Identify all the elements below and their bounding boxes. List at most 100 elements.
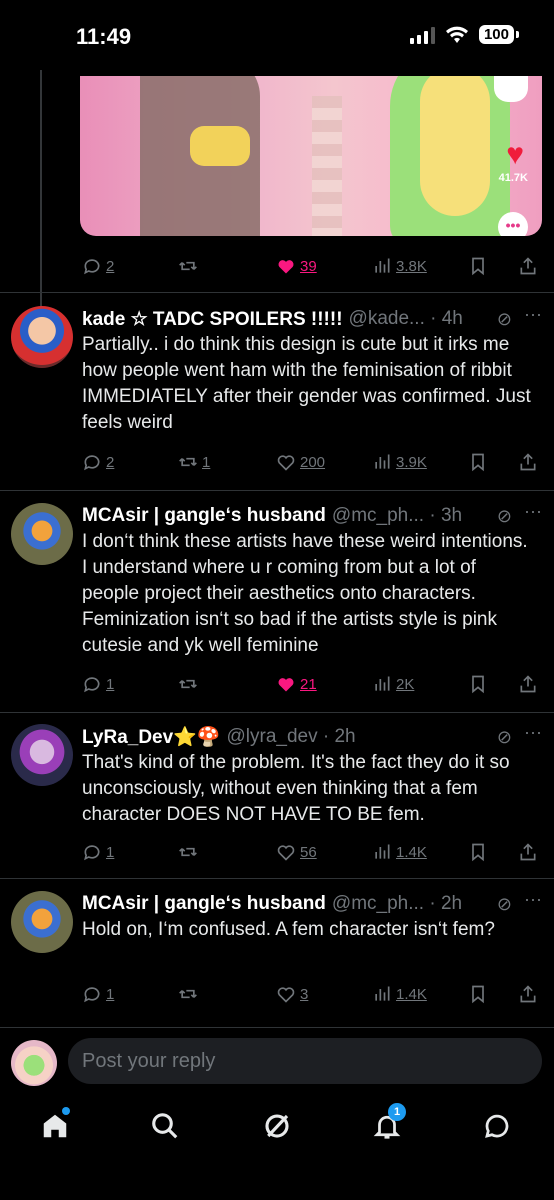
grok-icon[interactable]: ⊘ [497, 727, 512, 748]
avatar[interactable] [11, 891, 73, 953]
thread-line [40, 70, 42, 310]
retweet-icon [178, 984, 198, 1004]
avatar[interactable] [11, 724, 73, 786]
nav-grok[interactable] [262, 1111, 294, 1143]
view-count: 2K [396, 675, 415, 693]
more-icon[interactable]: ··· [524, 304, 542, 325]
share-button[interactable] [518, 450, 538, 474]
reply-input[interactable] [68, 1038, 542, 1084]
more-icon[interactable]: ··· [524, 501, 542, 522]
reply-count: 1 [106, 675, 115, 693]
author-name[interactable]: LyRa_Dev⭐🍄 [82, 725, 221, 749]
views-icon [372, 256, 392, 276]
like-button[interactable]: 56 [276, 840, 317, 864]
views-button[interactable]: 1.4K [372, 982, 427, 1006]
reply-button[interactable]: 1 [82, 840, 114, 864]
like-button[interactable]: 200 [276, 450, 325, 474]
message-icon [485, 1114, 509, 1138]
like-button[interactable]: 21 [276, 672, 317, 696]
share-icon [518, 984, 538, 1004]
bookmark-button[interactable] [468, 254, 488, 278]
author-handle[interactable]: @mc_ph... · 3h [332, 505, 462, 527]
bookmark-button[interactable] [468, 840, 488, 864]
retweet-button[interactable] [178, 254, 198, 278]
views-button[interactable]: 3.9K [372, 450, 427, 474]
nav-home[interactable] [40, 1107, 72, 1143]
notifications-badge: 1 [388, 1103, 406, 1121]
tweet-text: Partially.. i do think this design is cu… [82, 334, 531, 433]
share-icon [518, 256, 538, 276]
bookmark-icon [468, 452, 488, 472]
avatar[interactable] [11, 503, 73, 565]
reply-button[interactable]: 1 [82, 982, 114, 1006]
view-count: 1.4K [396, 843, 427, 861]
grok-icon[interactable]: ⊘ [497, 506, 512, 527]
views-icon [372, 842, 392, 862]
tweet-actions: 1 3 1.4K [82, 982, 538, 1006]
grok-icon [265, 1114, 289, 1138]
reply-button[interactable]: 1 [82, 672, 114, 696]
share-button[interactable] [518, 672, 538, 696]
nav-messages[interactable] [482, 1111, 514, 1143]
media-like-count: 41.7K [498, 172, 528, 184]
heart-icon [276, 842, 296, 862]
retweet-icon [178, 674, 198, 694]
post-actions: 2 39 3.8K [82, 254, 538, 278]
search-icon [152, 1113, 178, 1139]
bookmark-button[interactable] [468, 982, 488, 1006]
nav-notifications[interactable]: 1 [372, 1103, 406, 1143]
grok-icon[interactable]: ⊘ [497, 309, 512, 330]
share-button[interactable] [518, 840, 538, 864]
post-media[interactable]: ♥ 41.7K ••• [80, 76, 542, 236]
views-button[interactable]: 3.8K [372, 254, 427, 278]
author-handle[interactable]: @mc_ph... · 2h [332, 893, 462, 915]
divider [0, 292, 554, 293]
like-count: 39 [300, 257, 317, 275]
reply-button[interactable]: 2 [82, 450, 114, 474]
divider [0, 712, 554, 713]
share-button[interactable] [518, 254, 538, 278]
heart-filled-icon [276, 256, 296, 276]
author-handle[interactable]: @kade... · 4h [349, 308, 463, 330]
retweet-button[interactable] [178, 672, 198, 696]
author-name[interactable]: kade ☆ TADC SPOILERS !!!!! [82, 308, 343, 331]
like-count: 200 [300, 453, 326, 471]
bookmark-icon [468, 984, 488, 1004]
retweet-button[interactable] [178, 982, 198, 1006]
share-button[interactable] [518, 982, 538, 1006]
views-button[interactable]: 1.4K [372, 840, 427, 864]
retweet-icon [178, 256, 198, 276]
bookmark-button[interactable] [468, 450, 488, 474]
author-name[interactable]: MCAsir | gangle‘s husband [82, 505, 326, 527]
more-icon[interactable]: ··· [524, 889, 542, 910]
tweet-actions: 2 1 200 3.9K [82, 450, 538, 474]
retweet-button[interactable]: 1 [178, 450, 210, 474]
views-icon [372, 984, 392, 1004]
heart-filled-icon [276, 674, 296, 694]
share-icon [518, 452, 538, 472]
wifi-icon [445, 26, 468, 43]
reply-icon [82, 842, 102, 862]
retweet-count: 1 [202, 453, 211, 471]
bookmark-button[interactable] [468, 672, 488, 696]
views-icon [372, 452, 392, 472]
avatar[interactable] [11, 1040, 57, 1086]
reply-count: 1 [106, 985, 115, 1003]
author-handle[interactable]: @lyra_dev · 2h [227, 726, 356, 748]
like-button[interactable]: 3 [276, 982, 308, 1006]
nav-search[interactable] [150, 1111, 182, 1143]
tweet-header: MCAsir | gangle‘s husband @mc_ph... · 3h… [82, 501, 542, 529]
like-button[interactable]: 39 [276, 254, 317, 278]
media-comment-icon: ••• [498, 212, 528, 236]
avatar[interactable] [11, 306, 73, 368]
reply-button[interactable]: 2 [82, 254, 114, 278]
tweet-actions: 1 56 1.4K [82, 840, 538, 864]
divider [0, 490, 554, 491]
retweet-button[interactable] [178, 840, 198, 864]
tweet-header: MCAsir | gangle‘s husband @mc_ph... · 2h… [82, 889, 542, 917]
author-name[interactable]: MCAsir | gangle‘s husband [82, 893, 326, 915]
grok-icon[interactable]: ⊘ [497, 894, 512, 915]
tweet-text: That's kind of the problem. It's the fac… [82, 752, 510, 825]
views-button[interactable]: 2K [372, 672, 414, 696]
more-icon[interactable]: ··· [524, 722, 542, 743]
